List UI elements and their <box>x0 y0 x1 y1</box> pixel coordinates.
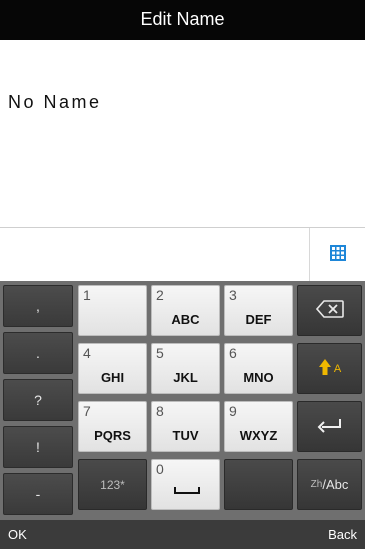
shift-key[interactable]: A <box>297 343 362 394</box>
key-4[interactable]: 4 GHI <box>78 343 147 394</box>
ok-softkey[interactable]: OK <box>8 527 27 542</box>
space-icon <box>174 481 200 499</box>
enter-icon <box>317 417 343 436</box>
keyboard: , . ? ! - 1 2 ABC 3 DEF 4 GHI 5 JKL 6 MN… <box>0 281 365 520</box>
symbol-key-exclamation[interactable]: ! <box>3 426 73 468</box>
enter-key[interactable] <box>297 401 362 452</box>
page-title: Edit Name <box>140 9 225 29</box>
softkey-bar: OK Back <box>0 520 365 549</box>
blank-key[interactable] <box>224 459 293 510</box>
key-0-space[interactable]: 0 <box>151 459 220 510</box>
key-8[interactable]: 8 TUV <box>151 401 220 452</box>
symbol-key-period[interactable]: . <box>3 332 73 374</box>
backspace-icon <box>315 300 344 321</box>
symbol-key-question[interactable]: ? <box>3 379 73 421</box>
title-bar: Edit Name <box>0 0 365 40</box>
text-input-field[interactable] <box>0 227 365 282</box>
symbol-key-hyphen[interactable]: - <box>3 473 73 515</box>
name-display: No Name <box>8 92 102 112</box>
key-7[interactable]: 7 PQRS <box>78 401 147 452</box>
key-6[interactable]: 6 MNO <box>224 343 293 394</box>
language-toggle-key[interactable]: Zh/Abc <box>297 459 362 510</box>
key-2[interactable]: 2 ABC <box>151 285 220 336</box>
back-softkey[interactable]: Back <box>328 527 357 542</box>
grid-icon <box>329 244 347 267</box>
key-3[interactable]: 3 DEF <box>224 285 293 336</box>
shift-key-label: A <box>333 362 342 375</box>
keypad-grid-button[interactable] <box>310 228 365 282</box>
key-5[interactable]: 5 JKL <box>151 343 220 394</box>
symbol-key-comma[interactable]: , <box>3 285 73 327</box>
key-9[interactable]: 9 WXYZ <box>224 401 293 452</box>
key-1[interactable]: 1 <box>78 285 147 336</box>
backspace-key[interactable] <box>297 285 362 336</box>
mode-123-key[interactable]: 123* <box>78 459 147 510</box>
shift-icon <box>318 358 332 379</box>
